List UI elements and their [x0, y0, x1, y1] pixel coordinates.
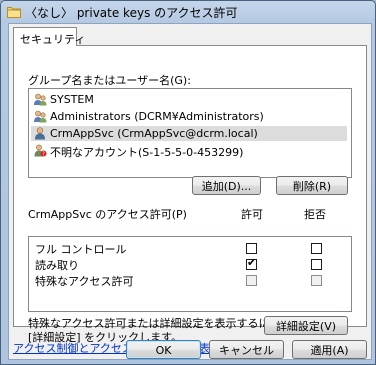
unknown-account-icon: ?	[33, 144, 47, 158]
permission-row-full-control: フル コントロール	[29, 240, 351, 256]
title-bar[interactable]: 〈なし〉 private keys のアクセス許可	[1, 1, 375, 23]
tab-security[interactable]: セキュリティ	[13, 27, 85, 46]
permissions-header: CrmAppSvc のアクセス許可(P)	[28, 208, 187, 221]
permissions-dialog: 〈なし〉 private keys のアクセス許可 セキュリティ グループ名また…	[0, 0, 376, 365]
folder-icon	[7, 5, 21, 18]
list-item-crmappsvc[interactable]: CrmAppSvc (CrmAppSvc@dcrm.local)	[31, 126, 347, 141]
ok-button[interactable]: OK	[126, 340, 201, 359]
deny-checkbox	[311, 275, 322, 286]
user-icon	[33, 127, 47, 140]
deny-checkbox[interactable]	[311, 243, 322, 254]
permissions-list: フル コントロール 読み取り ✔ 特殊なアクセス許可	[28, 236, 352, 312]
principal-name: CrmAppSvc (CrmAppSvc@dcrm.local)	[50, 127, 258, 140]
cancel-button[interactable]: キャンセル	[209, 340, 284, 359]
groups-label: グループ名またはユーザー名(G):	[28, 74, 191, 87]
remove-button[interactable]: 削除(R)	[276, 176, 348, 195]
principal-name: Administrators (DCRM¥Administrators)	[50, 110, 264, 123]
permission-name: 特殊なアクセス許可	[35, 275, 134, 288]
svg-text:?: ?	[42, 152, 45, 158]
allow-checkbox[interactable]	[246, 243, 257, 254]
window-title: 〈なし〉 private keys のアクセス許可	[25, 6, 238, 20]
permission-row-read: 読み取り ✔	[29, 256, 351, 272]
advanced-button[interactable]: 詳細設定(V)	[264, 316, 348, 335]
permission-row-special: 特殊なアクセス許可	[29, 272, 351, 288]
permission-name: 読み取り	[35, 259, 79, 272]
group-icon	[33, 93, 47, 106]
security-tab-panel: グループ名またはユーザー名(G): SYSTEM Administrators …	[13, 45, 367, 344]
deny-column-header: 拒否	[304, 208, 326, 221]
permission-name: フル コントロール	[35, 243, 127, 256]
allow-checkbox[interactable]: ✔	[246, 256, 257, 270]
list-item-system[interactable]: SYSTEM	[31, 92, 347, 107]
list-item-administrators[interactable]: Administrators (DCRM¥Administrators)	[31, 109, 347, 124]
list-item-unknown-account[interactable]: ? 不明なアカウント(S-1-5-5-0-453299)	[31, 143, 347, 159]
tab-security-label: セキュリティ	[20, 33, 86, 46]
apply-button[interactable]: 適用(A)	[292, 340, 367, 359]
allow-column-header: 許可	[241, 208, 263, 221]
add-button[interactable]: 追加(D)...	[192, 176, 261, 195]
group-icon	[33, 110, 47, 123]
dialog-client-area: セキュリティ グループ名またはユーザー名(G): SYSTEM Administ…	[8, 23, 372, 360]
allow-checkbox	[246, 275, 257, 286]
principal-name: 不明なアカウント(S-1-5-5-0-453299)	[50, 146, 244, 159]
principal-name: SYSTEM	[50, 93, 94, 106]
deny-checkbox[interactable]	[311, 259, 322, 270]
principals-listbox[interactable]: SYSTEM Administrators (DCRM¥Administrato…	[28, 88, 352, 178]
checkmark-icon: ✔	[247, 256, 257, 269]
